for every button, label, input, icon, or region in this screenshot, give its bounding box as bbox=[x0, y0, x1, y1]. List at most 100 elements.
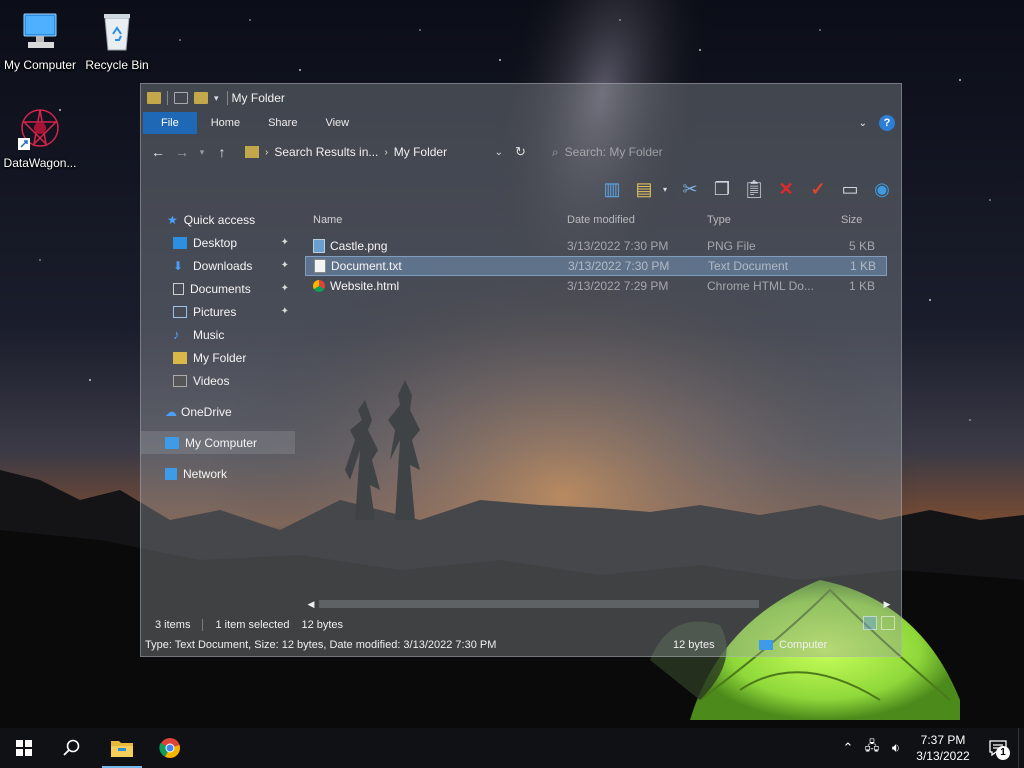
preview-pane-icon[interactable]: ▥ bbox=[599, 176, 625, 202]
nav-label: My Computer bbox=[185, 435, 258, 450]
content-area: ★ Quick access Desktop ✦ ⬇ Downloads ✦ D… bbox=[141, 208, 901, 606]
windows-logo-icon bbox=[16, 740, 32, 756]
nav-item-documents[interactable]: Documents ✦ bbox=[141, 277, 295, 300]
start-button[interactable] bbox=[0, 728, 48, 768]
network-icon[interactable]: 🖧︎ bbox=[860, 737, 884, 759]
globe-icon[interactable]: ◉ bbox=[869, 176, 895, 202]
details-text: Type: Text Document, Size: 12 bytes, Dat… bbox=[145, 639, 497, 651]
file-name: Document.txt bbox=[331, 259, 402, 273]
breadcrumb-my-folder[interactable]: My Folder bbox=[394, 145, 447, 159]
search-icon bbox=[63, 739, 80, 756]
scroll-track[interactable] bbox=[317, 599, 881, 609]
desktop-icon-recycle-bin[interactable]: Recycle Bin bbox=[77, 8, 157, 72]
details-view-icon[interactable] bbox=[863, 616, 877, 630]
computer-icon bbox=[759, 640, 773, 650]
command-toolbar: ▥ ▤ ▾ ✂ ❐ 📋︎ ✕ ✓ ▭ ◉ bbox=[141, 170, 901, 208]
scroll-left-icon[interactable]: ◀ bbox=[305, 599, 317, 610]
back-button[interactable]: ← bbox=[149, 144, 167, 160]
file-date: 3/13/2022 7:29 PM bbox=[567, 279, 669, 293]
nav-item-music[interactable]: ♪ Music bbox=[141, 323, 295, 346]
nav-quick-access[interactable]: ★ Quick access bbox=[141, 208, 295, 231]
help-icon[interactable]: ? bbox=[879, 115, 895, 131]
clock-time: 7:37 PM bbox=[920, 733, 966, 747]
paste-icon[interactable]: 📋︎ bbox=[741, 176, 767, 202]
chevron-right-icon[interactable]: › bbox=[265, 147, 268, 158]
column-name[interactable]: Name bbox=[305, 214, 563, 226]
column-type[interactable]: Type bbox=[703, 214, 821, 226]
confirm-icon[interactable]: ✓ bbox=[805, 176, 831, 202]
copy-icon[interactable]: ❐ bbox=[709, 176, 735, 202]
details-view-icon[interactable]: ▤ bbox=[631, 176, 657, 202]
column-date-modified[interactable]: Date modified bbox=[563, 214, 703, 226]
chrome-html-icon bbox=[313, 280, 325, 292]
nav-item-downloads[interactable]: ⬇ Downloads ✦ bbox=[141, 254, 295, 277]
cloud-icon: ☁ bbox=[165, 404, 177, 419]
nav-label: Music bbox=[193, 327, 225, 342]
item-count: 3 items bbox=[155, 619, 191, 631]
chevron-right-icon[interactable]: › bbox=[384, 147, 387, 158]
file-size: 5 KB bbox=[848, 239, 875, 253]
column-size[interactable]: Size bbox=[821, 214, 881, 226]
details-bar: Type: Text Document, Size: 12 bytes, Dat… bbox=[141, 634, 901, 656]
breadcrumb-search-results[interactable]: Search Results in... bbox=[274, 145, 378, 159]
search-input[interactable]: ⌕ Search: My Folder bbox=[546, 140, 778, 164]
ribbon-tabs: File Home Share View ⌄ ? bbox=[141, 112, 901, 134]
nav-onedrive[interactable]: ☁ OneDrive bbox=[141, 400, 295, 423]
file-explorer-taskbar-button[interactable] bbox=[98, 728, 146, 768]
show-desktop-button[interactable] bbox=[1018, 728, 1024, 768]
tab-view[interactable]: View bbox=[311, 112, 363, 134]
folder-icon bbox=[173, 351, 187, 364]
nav-item-videos[interactable]: Videos bbox=[141, 369, 295, 392]
address-bar[interactable]: › Search Results in... › My Folder ⌄ bbox=[241, 140, 503, 164]
horizontal-scrollbar[interactable]: ◀ ▶ bbox=[305, 597, 893, 611]
rename-icon[interactable]: ▭ bbox=[837, 176, 863, 202]
file-explorer-window: ▾ My Folder File Home Share View ⌄ ? ← →… bbox=[140, 83, 902, 657]
tab-share[interactable]: Share bbox=[254, 112, 311, 134]
selected-size: 12 bytes bbox=[301, 619, 344, 631]
address-dropdown-icon[interactable]: ⌄ bbox=[495, 147, 503, 158]
view-dropdown-icon[interactable]: ▾ bbox=[663, 185, 671, 194]
file-row-document[interactable]: Document.txt 3/13/2022 7:30 PM Text Docu… bbox=[305, 256, 887, 276]
forward-button[interactable]: → bbox=[173, 144, 191, 160]
title-bar[interactable]: ▾ My Folder bbox=[141, 84, 901, 112]
videos-icon bbox=[173, 374, 187, 387]
selected-count: 1 item selected bbox=[215, 619, 290, 631]
expand-ribbon-icon[interactable]: ⌄ bbox=[859, 118, 867, 129]
desktop-icon-my-computer[interactable]: My Computer bbox=[0, 8, 80, 72]
details-size: 12 bytes bbox=[673, 639, 715, 651]
file-name-cell: Website.html bbox=[305, 279, 563, 293]
search-button[interactable] bbox=[48, 728, 96, 768]
file-row-castle[interactable]: Castle.png 3/13/2022 7:30 PM PNG File 5 … bbox=[305, 236, 887, 256]
nav-item-desktop[interactable]: Desktop ✦ bbox=[141, 231, 295, 254]
quick-access-toolbar: ▾ bbox=[147, 91, 219, 105]
nav-label: Network bbox=[183, 466, 228, 481]
recycle-bin-icon bbox=[93, 8, 141, 56]
tab-home[interactable]: Home bbox=[197, 112, 254, 134]
recent-locations-icon[interactable]: ▾ bbox=[197, 147, 207, 158]
large-icons-view-icon[interactable] bbox=[881, 616, 895, 630]
properties-icon[interactable] bbox=[174, 92, 188, 104]
file-row-website[interactable]: Website.html 3/13/2022 7:29 PM Chrome HT… bbox=[305, 276, 887, 296]
customize-dropdown-icon[interactable]: ▾ bbox=[214, 93, 219, 104]
refresh-icon[interactable]: ↻ bbox=[515, 144, 526, 160]
cut-icon[interactable]: ✂ bbox=[677, 176, 703, 202]
chrome-taskbar-button[interactable] bbox=[146, 728, 194, 768]
nav-network[interactable]: Network bbox=[141, 462, 295, 485]
chevron-up-icon[interactable]: ⌃ bbox=[836, 740, 860, 756]
volume-icon[interactable]: 🔉︎ bbox=[884, 740, 908, 756]
nav-my-computer[interactable]: My Computer bbox=[141, 431, 295, 454]
tab-file[interactable]: File bbox=[143, 112, 197, 134]
file-list: Name Date modified Type Size Castle.png … bbox=[305, 208, 901, 606]
action-center-button[interactable]: 1 bbox=[978, 728, 1018, 768]
clock[interactable]: 7:37 PM 3/13/2022 bbox=[908, 732, 978, 764]
up-button[interactable]: ↑ bbox=[213, 144, 231, 160]
scroll-right-icon[interactable]: ▶ bbox=[881, 599, 893, 610]
file-explorer-icon bbox=[111, 741, 133, 757]
desktop-icon-datawagon[interactable]: DataWagon... bbox=[0, 106, 80, 170]
nav-item-my-folder[interactable]: My Folder bbox=[141, 346, 295, 369]
new-folder-icon[interactable] bbox=[194, 92, 208, 104]
scroll-thumb[interactable] bbox=[319, 600, 759, 608]
delete-icon[interactable]: ✕ bbox=[773, 176, 799, 202]
nav-item-pictures[interactable]: Pictures ✦ bbox=[141, 300, 295, 323]
